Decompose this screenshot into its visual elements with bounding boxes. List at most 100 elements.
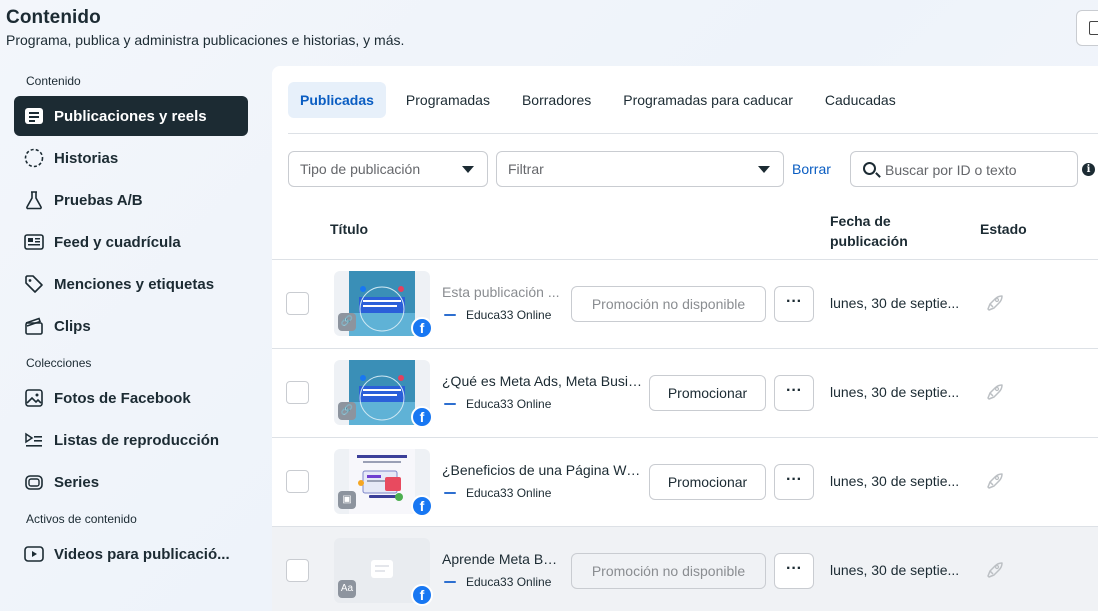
- sidebar-item-label: Videos para publicació...: [54, 545, 230, 563]
- playlist-icon: [24, 430, 44, 450]
- rocket-icon: [987, 295, 1003, 311]
- search-input[interactable]: [885, 160, 1071, 180]
- posts-icon: [24, 106, 44, 126]
- photo-icon: [24, 388, 44, 408]
- page-avatar: [442, 488, 458, 498]
- page-avatar: [442, 399, 458, 409]
- sidebar-item-videos-for-posts[interactable]: Videos para publicació...: [14, 534, 248, 574]
- filter-select[interactable]: Filtrar: [496, 151, 784, 187]
- tab-scheduled[interactable]: Programadas: [394, 82, 502, 118]
- sidebar-item-feed-grid[interactable]: Feed y cuadrícula: [14, 222, 248, 262]
- post-image: [349, 271, 415, 336]
- sidebar-item-facebook-photos[interactable]: Fotos de Facebook: [14, 378, 248, 418]
- page-name: Educa33 Online: [466, 308, 552, 322]
- page-info: Educa33 Online: [442, 575, 551, 589]
- export-button[interactable]: [1076, 10, 1098, 46]
- row-checkbox[interactable]: [286, 470, 309, 493]
- sidebar-item-mentions-tags[interactable]: Menciones y etiquetas: [14, 264, 248, 304]
- page-name: Educa33 Online: [466, 397, 552, 411]
- video-icon: [24, 544, 44, 564]
- column-header-title[interactable]: Título: [330, 221, 368, 237]
- publish-date: lunes, 30 de septie...: [830, 562, 960, 578]
- promotion-unavailable-button[interactable]: Promoción no disponible: [571, 553, 766, 589]
- more-options-button[interactable]: ···: [774, 464, 814, 500]
- post-type-placeholder: Tipo de publicación: [300, 161, 421, 177]
- sidebar-item-label: Historias: [54, 149, 119, 167]
- sidebar-item-label: Menciones y etiquetas: [54, 275, 215, 293]
- column-header-status[interactable]: Estado: [980, 221, 1027, 237]
- row-checkbox[interactable]: [286, 381, 309, 404]
- sidebar-section-collections: Colecciones: [26, 356, 92, 370]
- table-row[interactable]: Aa f Aprende Meta Bu... Educa33 Online P…: [272, 526, 1098, 611]
- text-post-icon: [371, 560, 393, 578]
- page-info: Educa33 Online: [442, 397, 551, 411]
- image-icon: ▣: [338, 491, 356, 509]
- table-row[interactable]: 🔗 f ¿Qué es Meta Ads, Meta Busin... Educ…: [272, 348, 1098, 437]
- export-icon: [1089, 21, 1098, 35]
- sidebar-section-assets: Activos de contenido: [26, 512, 137, 526]
- chevron-down-icon: [462, 166, 474, 173]
- tabs: Publicadas Programadas Borradores Progra…: [288, 82, 916, 118]
- page-name: Educa33 Online: [466, 575, 552, 589]
- column-header-date[interactable]: Fecha de publicación: [830, 211, 940, 251]
- more-options-button[interactable]: ···: [774, 553, 814, 589]
- page-info: Educa33 Online: [442, 308, 551, 322]
- post-type-select[interactable]: Tipo de publicación: [288, 151, 488, 187]
- more-options-button[interactable]: ···: [774, 286, 814, 322]
- sidebar-item-ab-tests[interactable]: Pruebas A/B: [14, 180, 248, 220]
- link-icon: 🔗: [338, 313, 356, 331]
- post-title[interactable]: ¿Qué es Meta Ads, Meta Busin...: [442, 373, 642, 389]
- search-icon: [863, 162, 876, 175]
- publish-date: lunes, 30 de septie...: [830, 384, 960, 400]
- rocket-icon: [987, 562, 1003, 578]
- table-row[interactable]: 🔗 f Esta publicación ... Educa33 Online …: [272, 259, 1098, 348]
- post-title[interactable]: Aprende Meta Bu...: [442, 551, 560, 567]
- sidebar-item-label: Series: [54, 473, 100, 491]
- page-subtitle: Programa, publica y administra publicaci…: [6, 32, 405, 48]
- page-avatar: [442, 577, 458, 587]
- chevron-down-icon: [758, 166, 770, 173]
- table-row[interactable]: ▣ f ¿Beneficios de una Página We... Educ…: [272, 437, 1098, 526]
- promote-button[interactable]: Promocionar: [649, 464, 766, 500]
- facebook-icon: f: [411, 495, 433, 517]
- post-image: [349, 449, 415, 514]
- page-name: Educa33 Online: [466, 486, 552, 500]
- sidebar-item-label: Publicaciones y reels: [54, 107, 207, 125]
- publish-date: lunes, 30 de septie...: [830, 295, 960, 311]
- filter-placeholder: Filtrar: [508, 161, 544, 177]
- tab-drafts[interactable]: Borradores: [510, 82, 603, 118]
- page-info: Educa33 Online: [442, 486, 551, 500]
- rocket-icon: [987, 473, 1003, 489]
- facebook-icon: f: [411, 406, 433, 428]
- sidebar-item-stories[interactable]: Historias: [14, 138, 248, 178]
- sidebar-item-label: Listas de reproducción: [54, 431, 220, 449]
- post-title[interactable]: Esta publicación ...: [442, 284, 560, 300]
- search-box: [850, 151, 1078, 187]
- sidebar-item-series[interactable]: Series: [14, 462, 248, 502]
- sidebar-item-playlists[interactable]: Listas de reproducción: [14, 420, 248, 460]
- post-title[interactable]: ¿Beneficios de una Página We...: [442, 462, 642, 478]
- more-options-button[interactable]: ···: [774, 375, 814, 411]
- sidebar-section-content: Contenido: [26, 74, 81, 88]
- sidebar-item-posts-reels[interactable]: Publicaciones y reels: [14, 96, 248, 136]
- publish-date: lunes, 30 de septie...: [830, 473, 960, 489]
- row-checkbox[interactable]: [286, 292, 309, 315]
- promote-button[interactable]: Promocionar: [649, 375, 766, 411]
- tab-scheduled-to-expire[interactable]: Programadas para caducar: [611, 82, 805, 118]
- facebook-icon: f: [411, 317, 433, 339]
- info-icon[interactable]: i: [1082, 163, 1095, 176]
- sidebar-item-clips[interactable]: Clips: [14, 306, 248, 346]
- page-header: Contenido Programa, publica y administra…: [6, 7, 404, 48]
- promotion-unavailable-button[interactable]: Promoción no disponible: [571, 286, 766, 322]
- sidebar-item-label: Fotos de Facebook: [54, 389, 191, 407]
- clapper-icon: [24, 316, 44, 336]
- clear-filters-link[interactable]: Borrar: [792, 151, 831, 187]
- row-checkbox[interactable]: [286, 559, 309, 582]
- sidebar-item-label: Feed y cuadrícula: [54, 233, 181, 251]
- series-icon: [24, 472, 44, 492]
- sidebar-item-label: Pruebas A/B: [54, 191, 143, 209]
- content-panel: Publicadas Programadas Borradores Progra…: [272, 66, 1098, 611]
- tab-published[interactable]: Publicadas: [288, 82, 386, 118]
- filter-bar: Tipo de publicación Filtrar Borrar i: [288, 151, 1098, 187]
- tab-expired[interactable]: Caducadas: [813, 82, 908, 118]
